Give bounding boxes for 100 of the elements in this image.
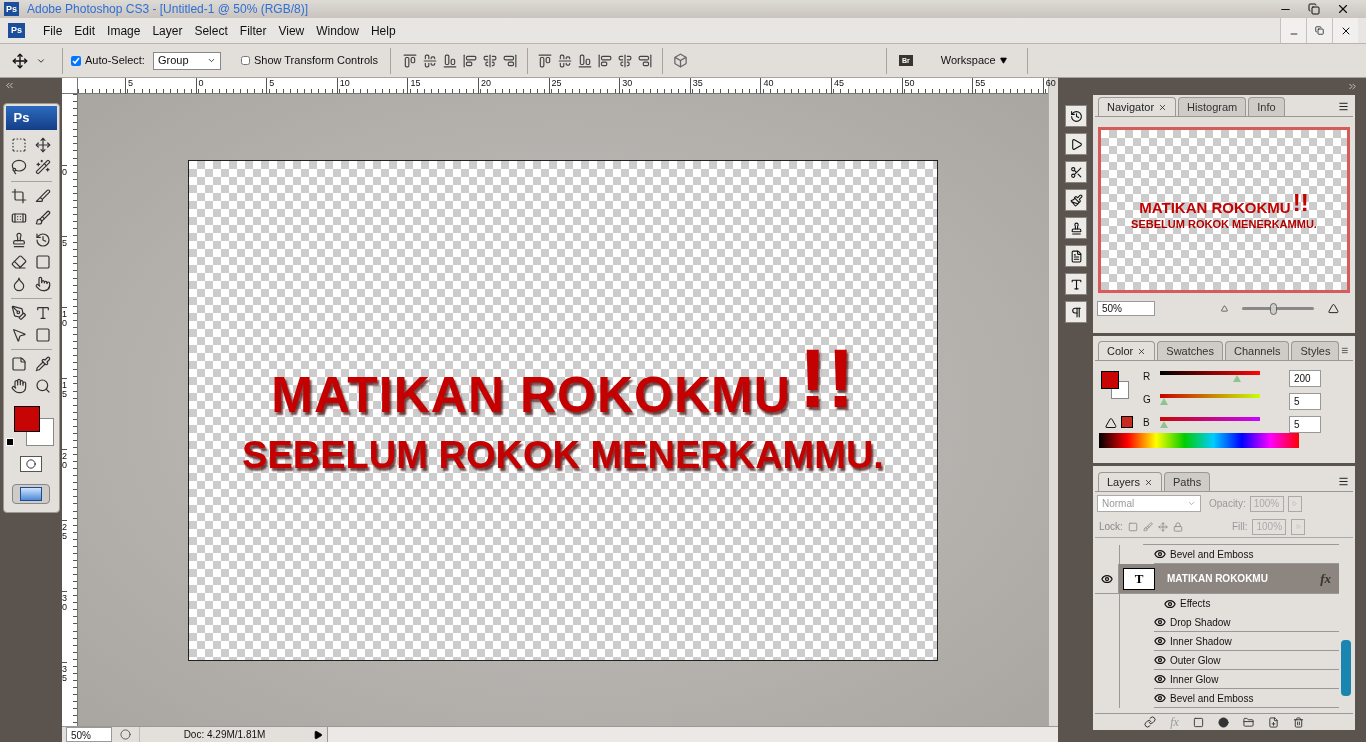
zoom-slider-thumb[interactable]: [1269, 302, 1277, 315]
visibility-icon[interactable]: [1154, 548, 1166, 560]
channel-value-field[interactable]: 200: [1289, 369, 1321, 387]
stamp-icon[interactable]: [10, 232, 27, 248]
link-icon[interactable]: [1144, 716, 1157, 728]
channel-value-field[interactable]: 5: [1289, 415, 1321, 433]
zoom-slider[interactable]: [1240, 302, 1316, 315]
panel-menu-icon[interactable]: [1338, 476, 1349, 487]
effect-row[interactable]: Bevel and Emboss: [1119, 689, 1339, 708]
horizontal-scrollbar[interactable]: [327, 727, 1058, 742]
restore-icon[interactable]: [1308, 3, 1320, 15]
panel-tab[interactable]: Swatches: [1157, 341, 1223, 360]
align-icon[interactable]: [558, 53, 573, 68]
panel-tab[interactable]: Channels: [1225, 341, 1290, 360]
close-icon[interactable]: [1336, 2, 1350, 16]
knife-icon[interactable]: [35, 188, 51, 204]
menu-item[interactable]: Filter: [233, 21, 273, 40]
mask-icon[interactable]: [1192, 716, 1204, 728]
menu-item[interactable]: Edit: [68, 21, 102, 40]
auto-align-icon[interactable]: [673, 53, 689, 68]
zoom-field[interactable]: 50%: [66, 727, 112, 742]
menu-item[interactable]: Select: [188, 21, 234, 40]
restore-button[interactable]: [1306, 18, 1332, 43]
visibility-icon[interactable]: [1154, 635, 1166, 647]
status-menu-icon[interactable]: [313, 729, 323, 740]
align-icon[interactable]: [538, 53, 553, 68]
layer-row[interactable]: T MATIKAN ROKOKMU fx: [1095, 564, 1339, 594]
channel-value-field[interactable]: 5: [1289, 392, 1321, 410]
panel-tab[interactable]: Styles: [1291, 341, 1340, 360]
transform-checkbox[interactable]: [240, 56, 250, 65]
align-icon[interactable]: [598, 53, 613, 68]
rectangle-icon[interactable]: [35, 327, 51, 343]
align-icon[interactable]: [443, 53, 458, 68]
default-colors-icon[interactable]: [5, 438, 14, 446]
panel-menu-icon[interactable]: [1338, 101, 1349, 112]
arrow-icon[interactable]: [10, 327, 27, 343]
color-ramp[interactable]: [1099, 433, 1299, 448]
color-swatches-drawing[interactable]: [13, 406, 55, 447]
scrollbar-thumb[interactable]: [1341, 640, 1351, 696]
new-layer-icon[interactable]: [1267, 716, 1279, 728]
color-swatches-drawing[interactable]: [1101, 371, 1129, 399]
target-dropdown[interactable]: Group: [152, 51, 221, 70]
close-icon[interactable]: [1144, 477, 1154, 487]
ruler-origin[interactable]: [62, 78, 78, 94]
caret-icon[interactable]: [999, 57, 1007, 64]
effect-row[interactable]: Inner Glow: [1119, 670, 1339, 689]
effect-row[interactable]: Inner Shadow: [1119, 632, 1339, 651]
panel-tab[interactable]: Navigator: [1098, 97, 1177, 116]
hand-icon[interactable]: [10, 378, 27, 394]
lasso-icon[interactable]: [10, 159, 27, 175]
align-icon[interactable]: [483, 53, 498, 68]
align-icon[interactable]: [578, 53, 593, 68]
align-icon[interactable]: [403, 53, 418, 68]
panel-tab[interactable]: Color: [1098, 341, 1156, 360]
quick-mask-button[interactable]: [20, 456, 42, 472]
align-icon[interactable]: [638, 53, 653, 68]
channel-slider-thumb[interactable]: [1159, 398, 1168, 405]
bandage-icon[interactable]: [10, 210, 27, 226]
collapse-icon[interactable]: [1347, 81, 1358, 92]
menu-item[interactable]: Image: [101, 21, 147, 40]
auto-select-checkbox[interactable]: [71, 55, 81, 66]
history-brush-icon[interactable]: [35, 232, 51, 248]
channel-slider[interactable]: [1158, 394, 1262, 406]
menu-item[interactable]: Help: [364, 21, 402, 40]
align-icon[interactable]: [463, 53, 478, 68]
status-icon[interactable]: [120, 729, 131, 740]
visibility-icon[interactable]: [1164, 597, 1176, 610]
navigator-zoom-field[interactable]: 50%: [1097, 301, 1155, 316]
menu-item[interactable]: Window: [310, 21, 365, 40]
note-icon[interactable]: [10, 356, 27, 372]
trash-icon[interactable]: [1292, 716, 1304, 728]
align-icon[interactable]: [618, 53, 633, 68]
folder-icon[interactable]: [1242, 716, 1254, 728]
eyedropper-icon[interactable]: [35, 356, 51, 372]
move-icon[interactable]: [35, 137, 51, 153]
move-tool-icon[interactable]: [12, 52, 28, 69]
close-icon[interactable]: [1158, 102, 1168, 112]
finger-icon[interactable]: [35, 276, 51, 292]
panel-tab[interactable]: Layers: [1098, 472, 1163, 491]
visibility-icon[interactable]: [1154, 654, 1166, 666]
marquee-icon[interactable]: [10, 137, 27, 153]
gamut-swatch[interactable]: [1121, 416, 1133, 428]
visibility-icon[interactable]: [1154, 673, 1166, 685]
panel-tab[interactable]: Histogram: [1178, 97, 1247, 116]
menu-item[interactable]: Layer: [146, 21, 189, 40]
align-icon[interactable]: [503, 53, 518, 68]
effect-row[interactable]: Drop Shadow: [1119, 613, 1339, 632]
eraser-icon[interactable]: [10, 254, 27, 270]
visibility-icon[interactable]: [1154, 692, 1166, 704]
pen-icon[interactable]: [10, 305, 27, 321]
type-icon[interactable]: [35, 305, 51, 321]
workspace-menu[interactable]: Workspace: [940, 52, 1007, 69]
brush-icon[interactable]: [35, 210, 51, 226]
crop-icon[interactable]: [10, 188, 27, 204]
circle-icon[interactable]: [26, 459, 36, 469]
menu-item[interactable]: View: [272, 21, 311, 40]
caret-icon[interactable]: [206, 56, 216, 65]
panel-tab[interactable]: Info: [1248, 97, 1285, 116]
wand-icon[interactable]: [35, 159, 51, 175]
channel-slider[interactable]: [1158, 371, 1262, 383]
